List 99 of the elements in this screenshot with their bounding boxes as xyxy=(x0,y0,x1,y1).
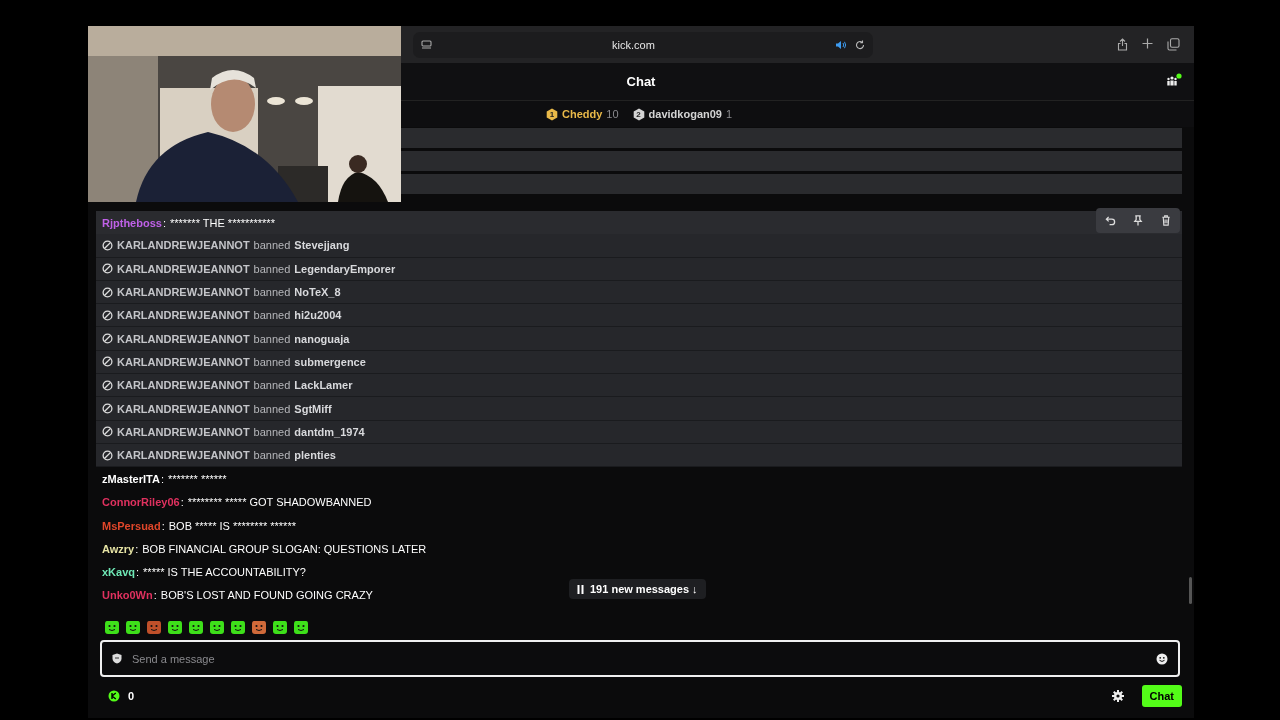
banned-username[interactable]: submergence xyxy=(294,355,366,368)
ban-action-text: banned xyxy=(253,286,291,299)
ban-icon xyxy=(102,309,113,321)
users-icon[interactable] xyxy=(1166,73,1182,87)
chat-username[interactable]: Rjptheboss xyxy=(102,216,162,229)
chat-colon: : xyxy=(161,519,165,532)
ban-action-text: banned xyxy=(253,332,291,345)
ban-action-text: banned xyxy=(253,379,291,392)
points-count: 0 xyxy=(128,690,135,702)
new-messages-button[interactable]: 191 new messages ↓ xyxy=(569,579,706,599)
plus-icon[interactable] xyxy=(1142,38,1153,49)
banned-username[interactable]: LegendaryEmporer xyxy=(294,262,396,275)
address-bar[interactable]: kick.com xyxy=(413,31,873,58)
moderator-name[interactable]: KARLANDREWJEANNOT xyxy=(117,379,250,392)
emote-icon[interactable] xyxy=(125,619,141,635)
banned-username[interactable]: plenties xyxy=(294,449,336,462)
chat-username[interactable]: Unko0Wn xyxy=(102,589,153,602)
ban-action-text: banned xyxy=(253,402,291,415)
emote-icon[interactable] xyxy=(209,619,225,635)
ban-action-text: banned xyxy=(253,355,291,368)
chat-username[interactable]: MsPersuad xyxy=(102,519,161,532)
reader-icon xyxy=(421,39,432,50)
chat-colon: : xyxy=(180,496,184,509)
pause-icon xyxy=(577,584,584,594)
ban-action-text: banned xyxy=(253,239,291,252)
ban-icon xyxy=(102,239,113,251)
moderator-name[interactable]: KARLANDREWJEANNOT xyxy=(117,332,250,345)
scrollbar-thumb[interactable] xyxy=(1189,577,1192,604)
banned-username[interactable]: dantdm_1974 xyxy=(294,425,365,438)
send-chat-button[interactable]: Chat xyxy=(1141,685,1182,707)
chat-message-text: BOB'S LOST AND FOUND GOING CRAZY xyxy=(160,589,373,602)
chat-colon: : xyxy=(162,216,166,229)
tabs-icon[interactable] xyxy=(1167,38,1180,51)
chat-colon: : xyxy=(153,589,157,602)
speaker-icon[interactable] xyxy=(835,39,847,50)
chat-colon: : xyxy=(160,472,164,485)
moderator-name[interactable]: KARLANDREWJEANNOT xyxy=(117,402,250,415)
emote-icon[interactable] xyxy=(188,619,204,635)
rank-number: 1 xyxy=(548,109,556,119)
banned-username[interactable]: hi2u2004 xyxy=(294,309,342,322)
reload-icon[interactable] xyxy=(855,39,865,50)
ban-icon xyxy=(102,333,113,345)
moderator-name[interactable]: KARLANDREWJEANNOT xyxy=(117,239,250,252)
chat-username[interactable]: zMasterITA xyxy=(102,472,160,485)
banned-username[interactable]: SgtMiff xyxy=(294,402,332,415)
settings-icon[interactable] xyxy=(1111,690,1124,702)
banned-username[interactable]: NoTeX_8 xyxy=(294,286,341,299)
ban-icon xyxy=(102,263,113,275)
ban-action-text: banned xyxy=(253,449,291,462)
pin-icon xyxy=(1133,215,1143,226)
banned-username[interactable]: nanoguaja xyxy=(294,332,350,345)
shield-icon xyxy=(112,653,122,664)
reply-icon xyxy=(1104,215,1116,226)
chat-message-text: BOB FINANCIAL GROUP SLOGAN: QUESTIONS LATER xyxy=(142,542,427,555)
emoji-icon[interactable] xyxy=(1156,652,1168,665)
leaderboard-username[interactable]: davidkogan09 xyxy=(648,108,722,120)
emote-icon[interactable] xyxy=(167,619,183,635)
ban-icon xyxy=(102,403,113,414)
ban-icon xyxy=(102,449,113,461)
ban-action-text: banned xyxy=(253,309,291,322)
chat-username[interactable]: Awzry xyxy=(102,542,135,555)
trash-icon xyxy=(1161,215,1171,226)
chat-message-text: BOB ***** IS ******** ****** xyxy=(168,519,296,532)
chat-message-text: ******* THE *********** xyxy=(169,216,275,229)
moderator-name[interactable]: KARLANDREWJEANNOT xyxy=(117,262,250,275)
chat-message-text: ***** IS THE ACCOUNTABILITY? xyxy=(143,566,306,579)
share-icon[interactable] xyxy=(1117,38,1128,51)
gift-count: 10 xyxy=(606,108,619,120)
emote-icon[interactable] xyxy=(104,619,120,635)
points-icon xyxy=(108,690,120,702)
ban-icon xyxy=(102,426,113,438)
chat-username[interactable]: ConnorRiley06 xyxy=(102,496,180,509)
moderator-name[interactable]: KARLANDREWJEANNOT xyxy=(117,355,250,368)
ban-icon xyxy=(102,379,113,391)
emote-icon[interactable] xyxy=(272,619,288,635)
gift-count: 1 xyxy=(725,108,733,120)
message-input-box[interactable]: Send a message xyxy=(100,640,1180,677)
leaderboard-username[interactable]: Cheddy xyxy=(562,108,603,120)
ban-icon xyxy=(102,356,113,368)
message-input-field[interactable]: Send a message xyxy=(132,652,1146,665)
chat-colon: : xyxy=(135,542,139,555)
ban-action-text: banned xyxy=(253,262,291,275)
emote-icon[interactable] xyxy=(293,619,309,635)
chat-title: Chat xyxy=(626,74,656,89)
moderator-name[interactable]: KARLANDREWJEANNOT xyxy=(117,286,250,299)
chat-colon: : xyxy=(136,566,140,579)
moderator-name[interactable]: KARLANDREWJEANNOT xyxy=(117,449,250,462)
rank-number: 2 xyxy=(635,109,642,119)
ban-action-text: banned xyxy=(253,425,291,438)
moderator-name[interactable]: KARLANDREWJEANNOT xyxy=(117,309,250,322)
ban-icon xyxy=(102,286,113,298)
chat-message-text: ******** ***** GOT SHADOWBANNED xyxy=(187,496,372,509)
moderator-name[interactable]: KARLANDREWJEANNOT xyxy=(117,425,250,438)
chat-message-text: ******* ****** xyxy=(167,472,227,485)
emote-icon[interactable] xyxy=(251,619,267,635)
banned-username[interactable]: Stevejjang xyxy=(294,239,350,252)
banned-username[interactable]: LackLamer xyxy=(294,379,353,392)
emote-icon[interactable] xyxy=(230,619,246,635)
chat-username[interactable]: xKavq xyxy=(102,566,136,579)
